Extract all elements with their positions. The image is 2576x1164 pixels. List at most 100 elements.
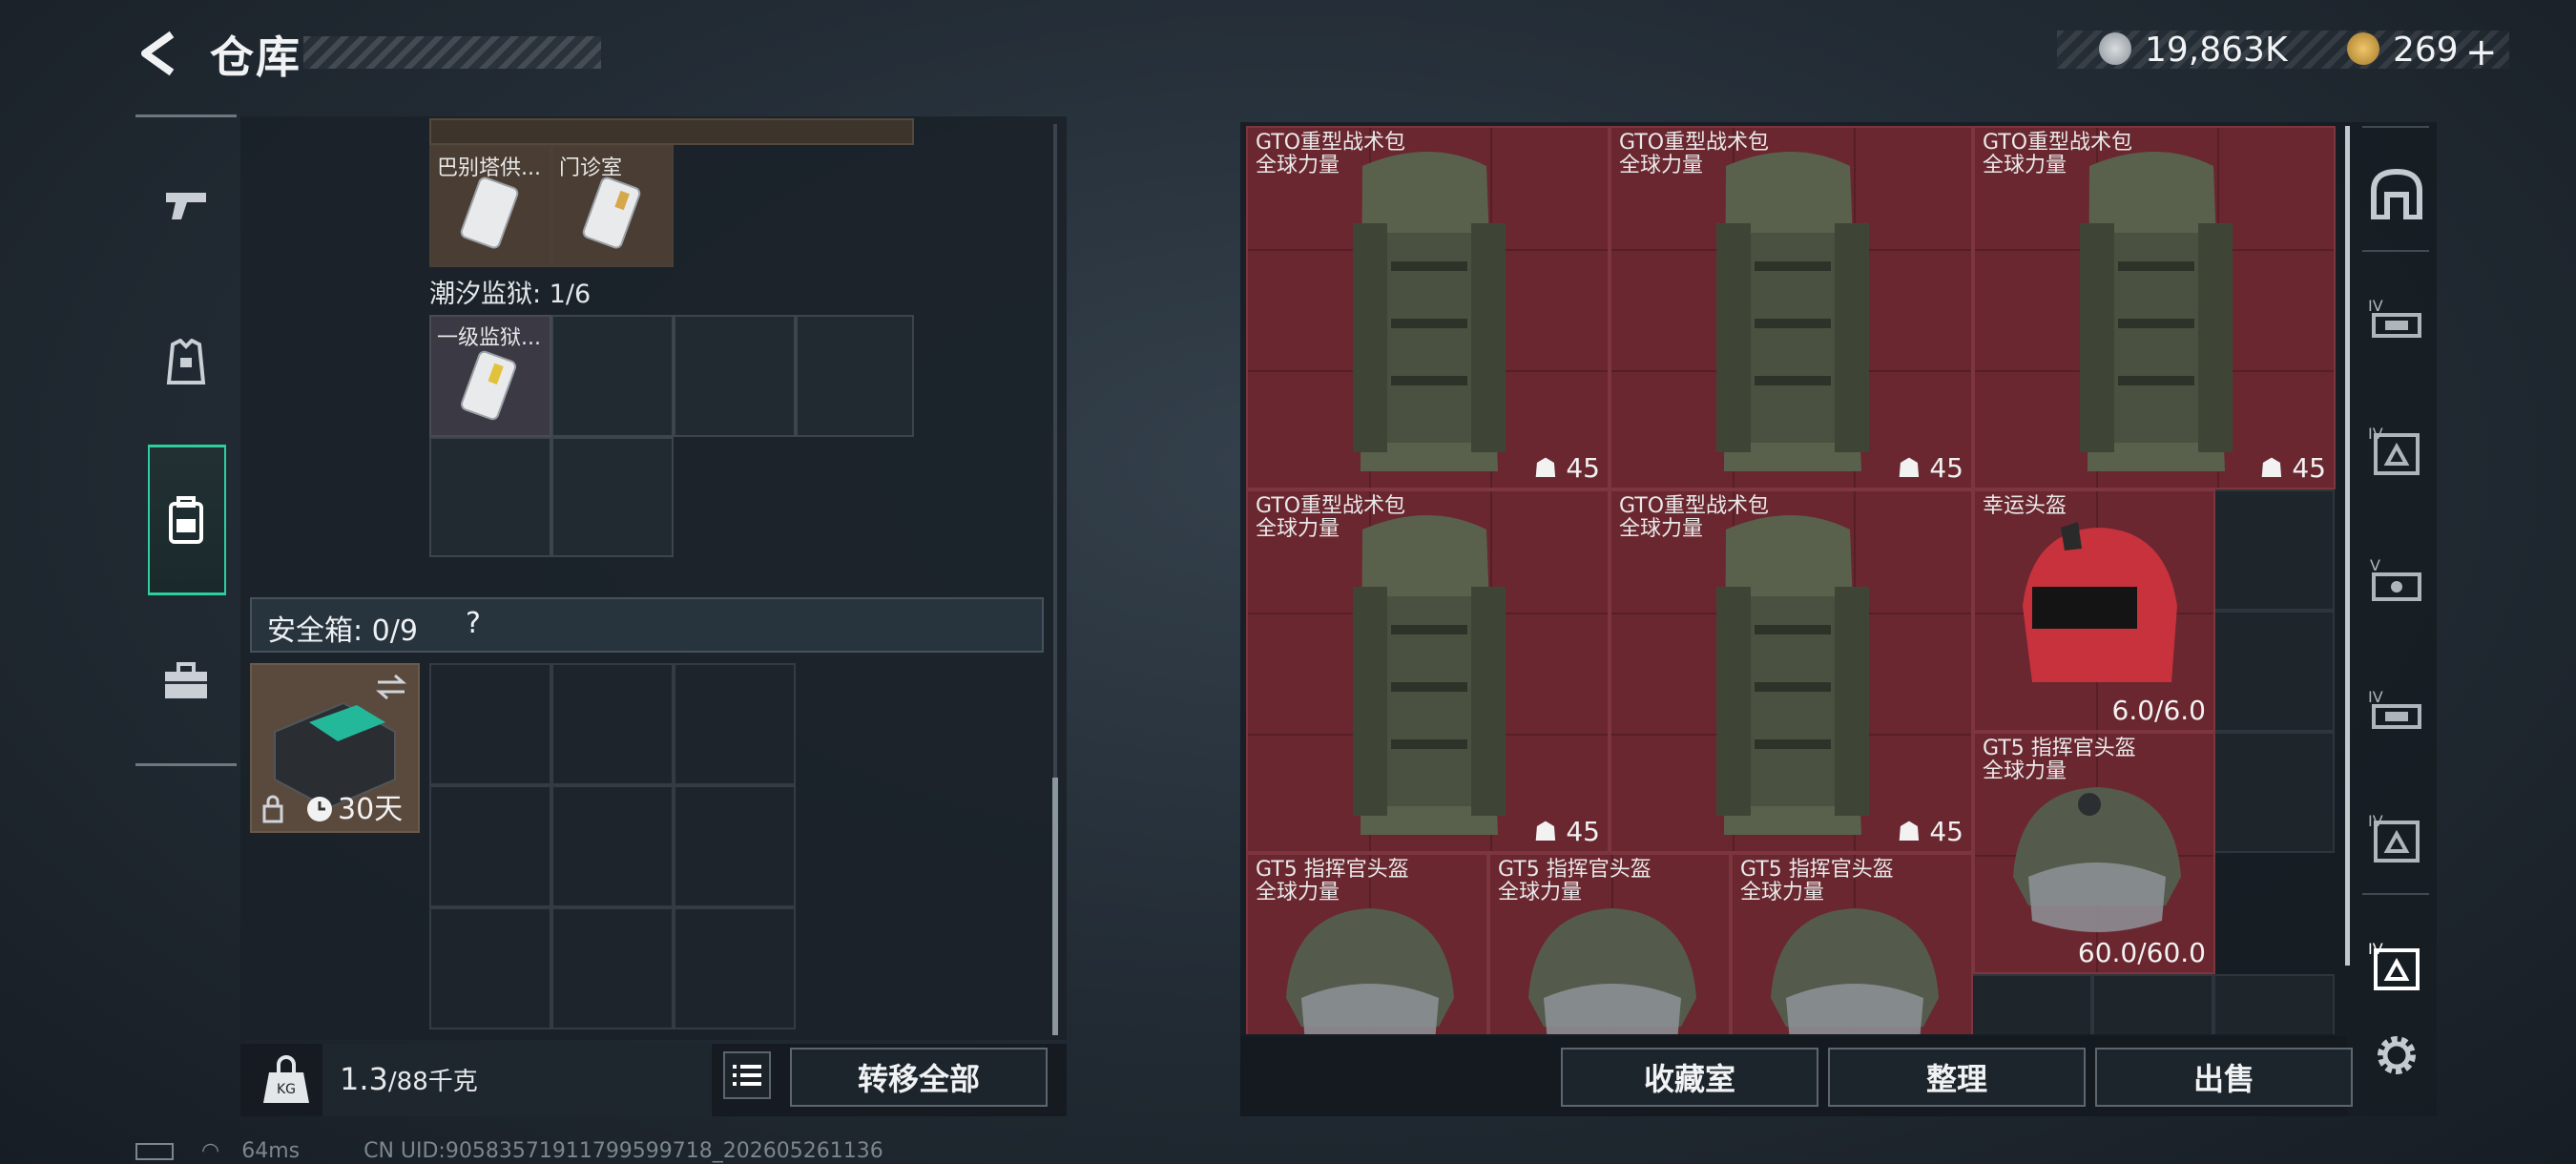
container-item-2[interactable]: 门诊室: [551, 145, 674, 267]
storage-tier-iv-button[interactable]: IV: [2364, 286, 2429, 351]
safehouse-button[interactable]: [2364, 160, 2429, 225]
stash-item-backpack[interactable]: GTO重型战术包 全球力量 ☗ 45: [1246, 126, 1610, 489]
stash-slot[interactable]: [2213, 974, 2335, 1034]
item-name: GT5 指挥官头盔 全球力量: [1740, 858, 1894, 904]
settings-button[interactable]: [2364, 1023, 2429, 1088]
safe-slot[interactable]: [674, 907, 796, 1029]
storage-sidebar: IV IV V IV IV IV: [2357, 122, 2437, 1116]
back-button[interactable]: [134, 27, 187, 80]
item-name: GTO重型战术包 全球力量: [1619, 494, 1770, 541]
swap-icon[interactable]: [374, 673, 408, 701]
safe-slot[interactable]: [674, 785, 796, 907]
stash-scrollbar[interactable]: [2345, 126, 2350, 966]
tier-iv-storage-icon: IV: [2368, 425, 2420, 475]
storage-tier-v-button[interactable]: V: [2364, 548, 2429, 613]
silver-amount: 19,863K: [2145, 31, 2288, 70]
safe-slot[interactable]: [429, 907, 551, 1029]
prison-section-label: 潮汐监狱: 1/6: [429, 280, 592, 309]
pistol-icon: [166, 193, 206, 219]
prison-slot[interactable]: [551, 315, 674, 437]
gold-amount: 269: [2393, 31, 2459, 70]
stash-item-backpack[interactable]: GTO重型战术包 全球力量 ☗ 45: [1973, 126, 2336, 489]
safe-box-help-button[interactable]: ?: [466, 607, 481, 640]
safe-slot[interactable]: [429, 785, 551, 907]
weight-text: 1.3/88千克: [340, 1061, 478, 1097]
tabs-divider-top: [135, 114, 237, 117]
safe-box-item[interactable]: 30天: [250, 663, 420, 833]
stash-slot[interactable]: [2213, 489, 2335, 611]
stash-slot[interactable]: [2213, 732, 2335, 853]
svg-text:KG: KG: [277, 1082, 296, 1097]
uid-text: CN UID:9058357191179959​9718_20260526113…: [364, 1139, 883, 1163]
tab-weapons[interactable]: [148, 166, 224, 242]
stash-item-helmet[interactable]: GT5 指挥官头盔 全球力量: [1246, 853, 1488, 1034]
safehouse-icon: [2371, 168, 2422, 219]
storage-tier-iv-button-active[interactable]: IV: [2364, 933, 2429, 998]
keycard-icon: [460, 350, 517, 421]
sell-button[interactable]: 出售: [2095, 1048, 2353, 1107]
weight-max: /88千克: [387, 1068, 478, 1096]
prison-slot[interactable]: [429, 437, 551, 557]
stash-grid: GTO重型战术包 全球力量 ☗ 45 GTO重型战术包 全球力量 ☗ 45 GTO重…: [1246, 126, 2336, 1034]
tier-iv-storage-icon: IV: [2368, 688, 2421, 729]
status-footer: ◠ 64ms CN UID:9058357191179959​9718_2026…: [135, 1139, 883, 1163]
prison-slot[interactable]: [674, 315, 796, 437]
stash-slot[interactable]: [1971, 974, 2092, 1034]
container-top-row: [429, 118, 914, 145]
prison-slot[interactable]: [551, 437, 674, 557]
stash-item-backpack[interactable]: GTO重型战术包 全球力量 ☗ 45: [1610, 126, 1973, 489]
safe-slot[interactable]: [551, 663, 674, 785]
tier-v-storage-icon: V: [2370, 556, 2421, 601]
tab-tools[interactable]: [148, 643, 224, 719]
item-capacity: ☗ 45: [1533, 452, 1600, 484]
lock-icon: [262, 795, 283, 823]
storage-tier-iv-button[interactable]: IV: [2364, 805, 2429, 870]
page-title: 仓库: [210, 31, 301, 83]
transfer-all-button[interactable]: 转移全部: [790, 1048, 1048, 1107]
weight-current: 1.3: [340, 1061, 388, 1097]
tier-iv-storage-icon: IV: [2368, 297, 2421, 338]
stash-item-backpack[interactable]: GTO重型战术包 全球力量 ☗ 45: [1610, 489, 1973, 853]
list-view-button[interactable]: [723, 1051, 771, 1099]
silver-coin-icon: [2099, 32, 2131, 65]
organize-button[interactable]: 整理: [1828, 1048, 2086, 1107]
backpack-item-icon: [1353, 515, 1506, 835]
battery-icon: [135, 1143, 174, 1160]
item-capacity: ☗ 45: [1897, 452, 1963, 484]
prison-slot[interactable]: [796, 315, 914, 437]
add-gold-button[interactable]: +: [2465, 31, 2498, 74]
stash-slot[interactable]: [2213, 611, 2335, 732]
container-item-1[interactable]: 巴别塔供...: [429, 145, 551, 267]
stash-item-helmet[interactable]: GT5 指挥官头盔 全球力量: [1488, 853, 1731, 1034]
item-durability: 6.0/6.0: [2111, 695, 2207, 726]
backpack-item-icon: [1353, 152, 1506, 471]
item-name: GTO重型战术包 全球力量: [1256, 131, 1406, 177]
keycard-icon: [460, 177, 519, 249]
tab-backpack[interactable]: [148, 483, 224, 559]
weight-button[interactable]: KG: [256, 1050, 317, 1111]
safe-slot[interactable]: [551, 907, 674, 1029]
safe-box-label: 安全箱: 0/9: [267, 614, 418, 648]
collection-room-button[interactable]: 收藏室: [1561, 1048, 1818, 1107]
clock-icon: [307, 797, 332, 821]
tab-armor[interactable]: [148, 324, 224, 401]
safe-slot[interactable]: [674, 663, 796, 785]
list-icon: [733, 1065, 761, 1086]
title-decoration: [303, 36, 601, 69]
stash-item-helmet[interactable]: GT5 指挥官头盔 全球力量 60.0/60.0: [1973, 732, 2215, 974]
storage-tier-iv-button[interactable]: IV: [2364, 418, 2429, 483]
safe-slot[interactable]: [551, 785, 674, 907]
safe-slot[interactable]: [429, 663, 551, 785]
svg-text:IV: IV: [2368, 297, 2383, 315]
item-capacity: ☗ 45: [1533, 816, 1600, 847]
gold-coin-icon: [2347, 32, 2379, 65]
svg-text:IV: IV: [2368, 688, 2383, 706]
storage-tier-iv-button[interactable]: IV: [2364, 677, 2429, 742]
backpack-icon: [169, 496, 203, 544]
backpack-scrollbar-thumb[interactable]: [1052, 778, 1058, 1035]
stash-item-helmet[interactable]: GT5 指挥官头盔 全球力量: [1731, 853, 1973, 1034]
prison-item-1[interactable]: 一级监狱...: [429, 315, 551, 437]
stash-slot[interactable]: [2092, 974, 2213, 1034]
stash-item-helmet[interactable]: 幸运头盔 6.0/6.0: [1973, 489, 2215, 732]
stash-item-backpack[interactable]: GTO重型战术包 全球力量 ☗ 45: [1246, 489, 1610, 853]
